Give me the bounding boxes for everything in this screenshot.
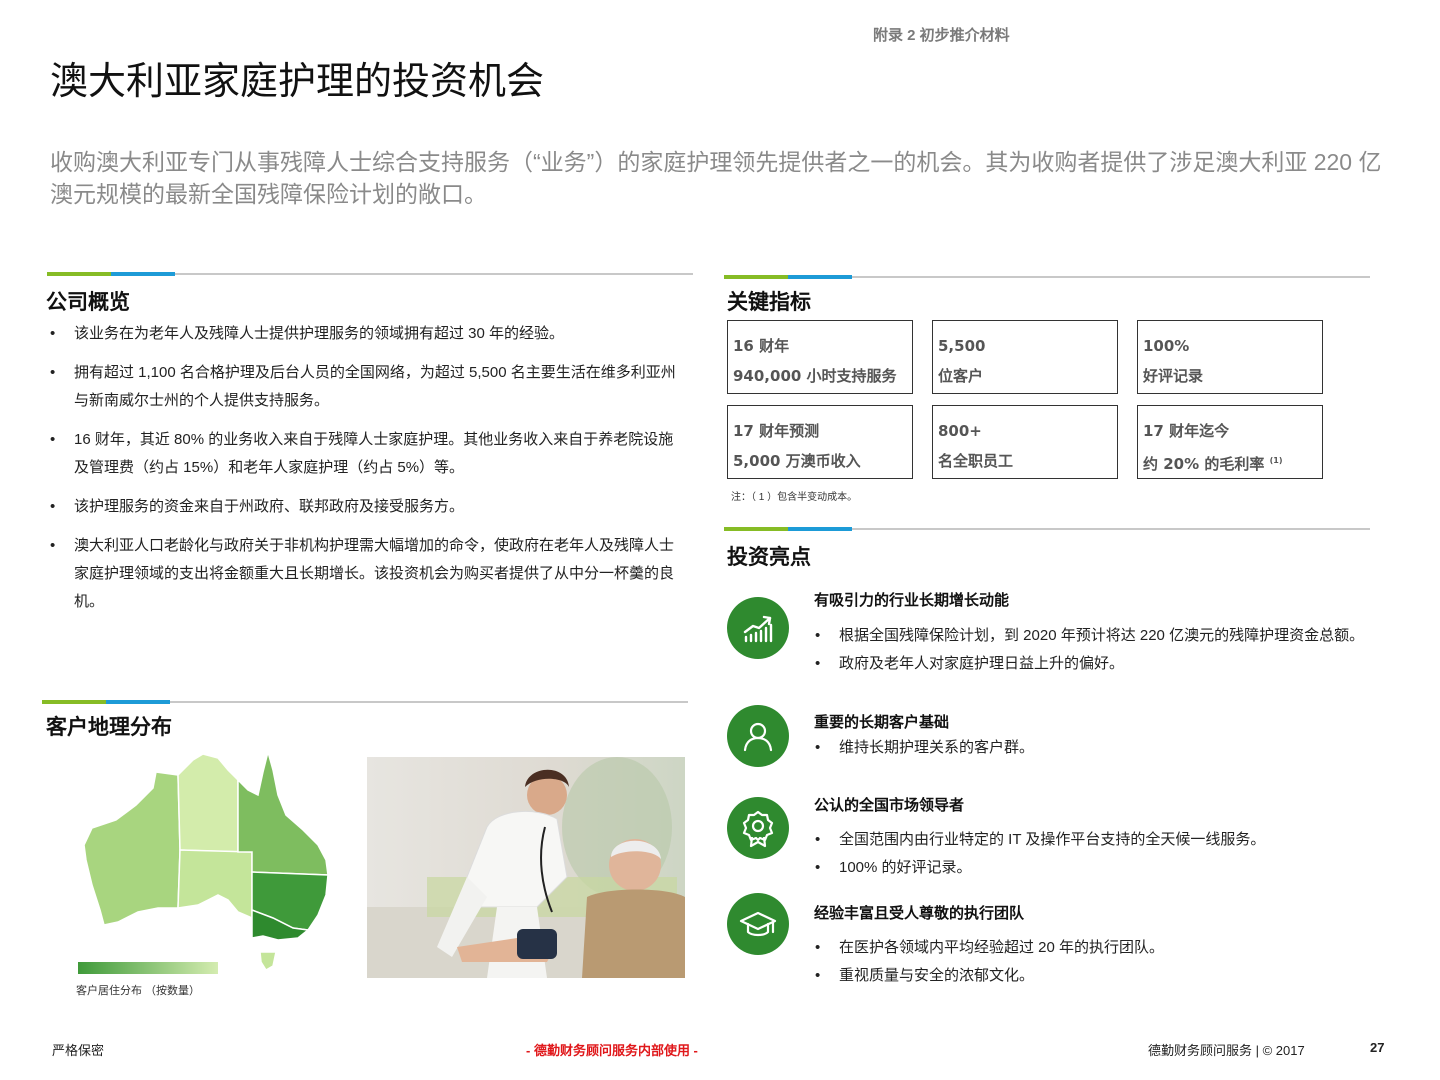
footer-internal-use: - 德勤财务顾问服务内部使用 - xyxy=(526,1043,698,1058)
metric-label: 16 财年 xyxy=(733,337,790,355)
highlight-title: 重要的长期客户基础 xyxy=(814,714,950,731)
metric-box: 5,500 位客户 xyxy=(932,320,1118,394)
metric-value: 好评记录 xyxy=(1143,367,1204,385)
overview-item: 16 财年，其近 80% 的业务收入来自于残障人士家庭护理。其他业务收入来自于养… xyxy=(47,426,683,482)
map-region-qld xyxy=(237,750,329,876)
highlight-title: 有吸引力的行业长期增长动能 xyxy=(814,592,1010,609)
graduation-cap-icon xyxy=(727,893,789,955)
page-number: 27 xyxy=(1370,1040,1385,1055)
section-rule-geography xyxy=(42,700,688,704)
map-region-wa xyxy=(83,771,181,926)
section-rule-overview xyxy=(47,272,693,276)
highlight-title: 经验丰富且受人尊敬的执行团队 xyxy=(814,905,1025,922)
page-title: 澳大利亚家庭护理的投资机会 xyxy=(50,61,545,103)
growth-chart-icon xyxy=(727,597,789,659)
overview-item: 拥有超过 1,100 名合格护理及后台人员的全国网络，为超过 5,500 名主要… xyxy=(47,359,683,415)
map-region-nt xyxy=(177,753,239,853)
highlight-title: 公认的全国市场领导者 xyxy=(814,797,965,814)
map-legend-label: 客户居住分布 （按数量） xyxy=(76,985,201,997)
metrics-note: 注：（ 1 ）包含半变动成本。 xyxy=(731,492,858,503)
metric-label: 17 财年迄今 xyxy=(1143,422,1230,440)
map-legend-gradient xyxy=(78,962,218,974)
appendix-label: 附录 2 初步推介材料 xyxy=(873,27,1010,44)
metric-label: 100% xyxy=(1143,337,1190,355)
metric-value: 约 20% 的毛利率 xyxy=(1143,455,1265,473)
overview-item: 澳大利亚人口老龄化与政府关于非机构护理需大幅增加的命令，使政府在老年人及残障人士… xyxy=(47,532,683,616)
person-icon xyxy=(727,705,789,767)
australia-map xyxy=(83,750,329,972)
metric-box: 17 财年迄今 约 20% 的毛利率 (1) xyxy=(1137,405,1323,479)
footnote-marker: (1) xyxy=(1269,456,1283,465)
section-rule-metrics xyxy=(724,275,1370,279)
metric-box: 800+ 名全职员工 xyxy=(932,405,1118,479)
highlight-bullet: 政府及老年人对家庭护理日益上升的偏好。 xyxy=(812,650,1372,678)
highlight-bullet: 全国范围内由行业特定的 IT 及操作平台支持的全天候一线服务。 xyxy=(812,826,1372,854)
caregiver-photo xyxy=(367,757,685,978)
highlight-bullet: 重视质量与安全的浓郁文化。 xyxy=(812,962,1372,990)
metric-value: 5,000 万澳币收入 xyxy=(733,452,861,470)
highlight-bullet: 100% 的好评记录。 xyxy=(812,854,1372,882)
highlight-bullets: 维持长期护理关系的客户群。 xyxy=(812,734,1372,762)
award-badge-icon xyxy=(727,797,789,859)
highlight-bullet: 根据全国残障保险计划，到 2020 年预计将达 220 亿澳元的残障护理资金总额… xyxy=(812,622,1372,650)
metric-label: 17 财年预测 xyxy=(733,422,820,440)
metric-label: 800+ xyxy=(938,422,982,440)
highlights-title: 投资亮点 xyxy=(727,546,811,569)
overview-list: 该业务在为老年人及残障人士提供护理服务的领域拥有超过 30 年的经验。 拥有超过… xyxy=(47,320,683,627)
highlight-bullets: 根据全国残障保险计划，到 2020 年预计将达 220 亿澳元的残障护理资金总额… xyxy=(812,622,1372,678)
metric-value: 940,000 小时支持服务 xyxy=(733,367,897,385)
metric-box: 100% 好评记录 xyxy=(1137,320,1323,394)
overview-item: 该护理服务的资金来自于州政府、联邦政府及接受服务方。 xyxy=(47,493,683,521)
map-region-tas xyxy=(259,951,277,972)
metric-label: 5,500 xyxy=(938,337,986,355)
metric-value: 位客户 xyxy=(938,367,984,385)
geography-title: 客户地理分布 xyxy=(46,716,172,739)
highlight-bullets: 全国范围内由行业特定的 IT 及操作平台支持的全天候一线服务。 100% 的好评… xyxy=(812,826,1372,882)
map-region-sa xyxy=(177,849,253,920)
metrics-title: 关键指标 xyxy=(727,291,811,314)
highlight-bullets: 在医护各领域内平均经验超过 20 年的执行团队。 重视质量与安全的浓郁文化。 xyxy=(812,934,1372,990)
footer-confidential: 严格保密 xyxy=(52,1043,105,1058)
page-subtitle: 收购澳大利亚专门从事残障人士综合支持服务（“业务”）的家庭护理领先提供者之一的机… xyxy=(50,149,1382,207)
section-rule-highlights xyxy=(724,527,1370,531)
metric-box: 16 财年 940,000 小时支持服务 xyxy=(727,320,913,394)
highlight-bullet: 在医护各领域内平均经验超过 20 年的执行团队。 xyxy=(812,934,1372,962)
footer-company: 德勤财务顾问服务 | © 2017 xyxy=(1148,1043,1305,1058)
metric-box: 17 财年预测 5,000 万澳币收入 xyxy=(727,405,913,479)
overview-item: 该业务在为老年人及残障人士提供护理服务的领域拥有超过 30 年的经验。 xyxy=(47,320,683,348)
metric-value: 名全职员工 xyxy=(938,452,1014,470)
highlight-bullet: 维持长期护理关系的客户群。 xyxy=(812,734,1372,762)
overview-title: 公司概览 xyxy=(46,291,130,314)
